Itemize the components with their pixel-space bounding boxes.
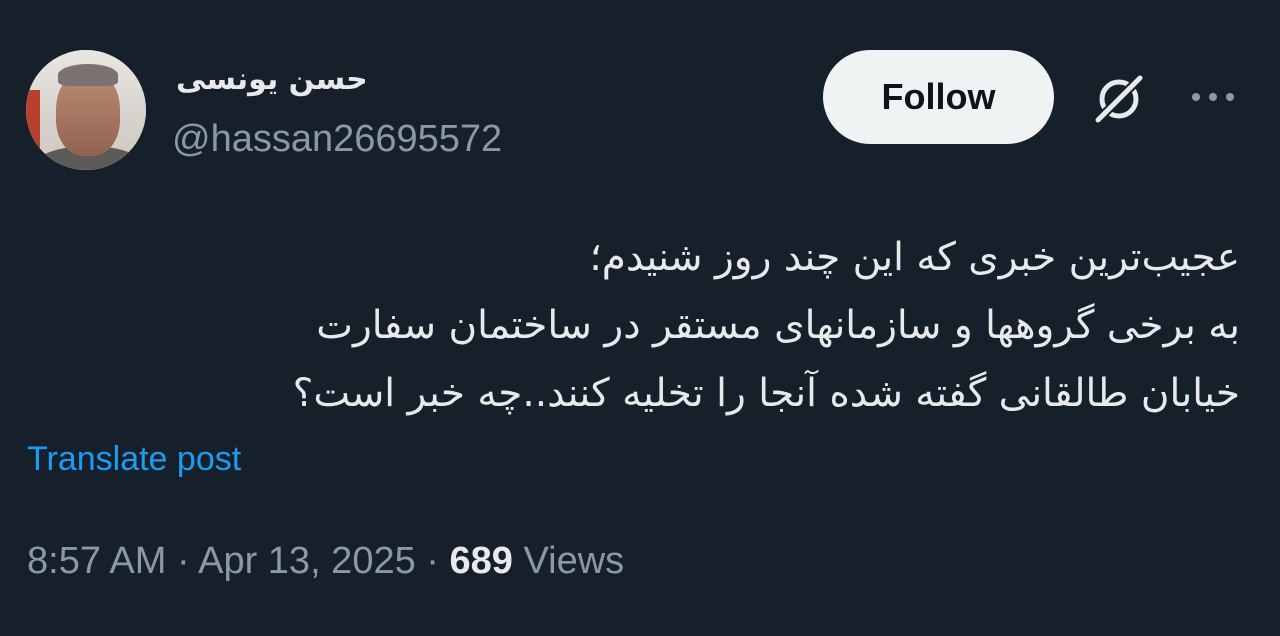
post-line: عجیب‌ترین خبری که این چند روز شنیدم؛ <box>589 235 1240 280</box>
post-line: خیابان طالقانی گفته شده آنجا را تخلیه کن… <box>292 371 1240 416</box>
follow-button[interactable]: Follow <box>823 50 1054 144</box>
translate-post-link[interactable]: Translate post <box>27 440 241 479</box>
tweet-card: حسن یونسی @hassan26695572 Follow عجیب‌تر… <box>0 0 1280 636</box>
post-text: عجیب‌ترین خبری که این چند روز شنیدم؛ به … <box>40 224 1240 428</box>
post-line: به برخی گروهها و سازمانهای مستقر در ساخت… <box>316 303 1240 348</box>
author-handle[interactable]: @hassan26695572 <box>172 118 502 161</box>
author-display-name[interactable]: حسن یونسی <box>176 62 368 97</box>
meta-separator: · <box>426 540 439 582</box>
post-date[interactable]: Apr 13, 2025 <box>198 540 416 582</box>
post-time[interactable]: 8:57 AM <box>27 540 166 582</box>
views-count: 689 <box>449 540 513 582</box>
more-icon[interactable] <box>1188 82 1238 112</box>
grok-icon[interactable] <box>1090 70 1148 128</box>
post-meta: 8:57 AM · Apr 13, 2025 · 689 Views <box>27 540 624 583</box>
avatar[interactable] <box>26 50 146 170</box>
views-label: Views <box>523 540 625 582</box>
meta-separator: · <box>176 540 190 582</box>
